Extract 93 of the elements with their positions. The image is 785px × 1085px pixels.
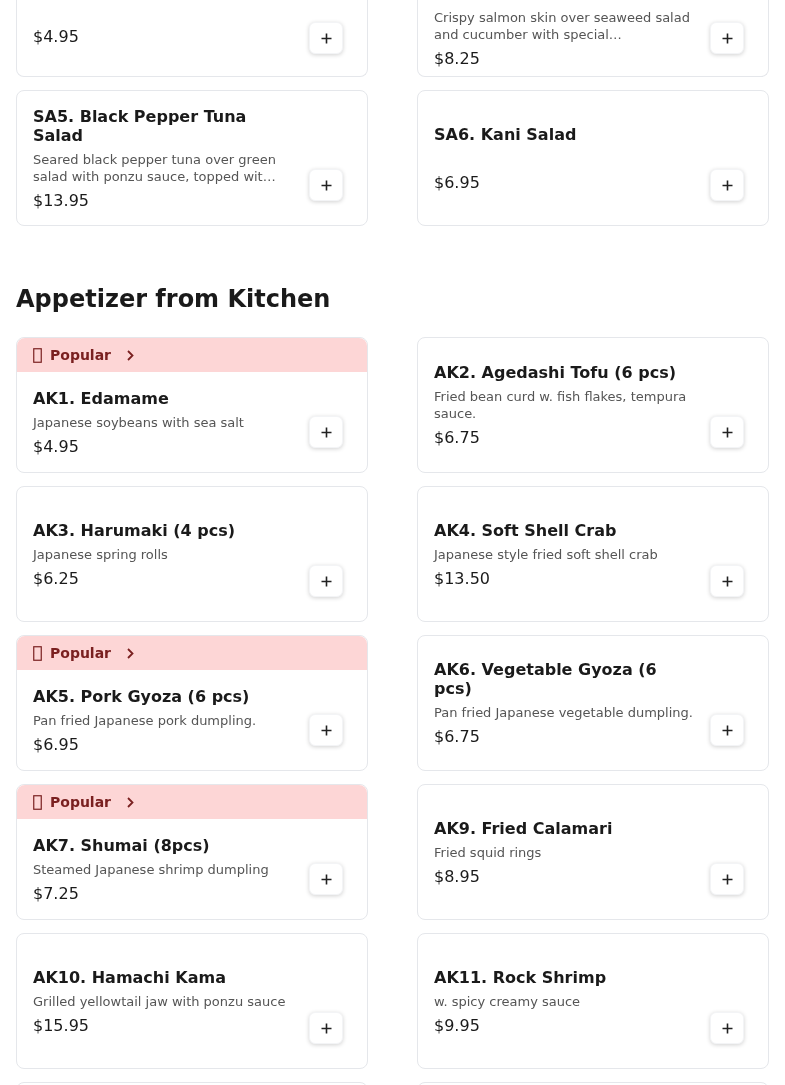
item-title: AK4. Soft Shell Crab <box>434 520 618 540</box>
menu-item-card[interactable]: AK3. Harumaki (4 pcs) Japanese spring rolls $6.25 <box>16 486 368 622</box>
add-button[interactable] <box>710 863 744 895</box>
missing-glyph-icon <box>33 347 42 363</box>
plus-icon <box>721 32 733 44</box>
item-description: Steamed Japanese shrimp dumpling <box>33 860 270 878</box>
add-button[interactable] <box>710 714 744 746</box>
add-button[interactable] <box>710 22 744 54</box>
menu-item-card[interactable]: Crispy salmon skin over seaweed salad and cucumber with special… $8.25 <box>417 0 769 77</box>
plus-icon <box>320 179 332 191</box>
item-title: AK7. Shumai (8pcs) <box>33 835 211 855</box>
add-button[interactable] <box>710 169 744 201</box>
item-description: Pan fried Japanese pork dumpling. <box>33 711 258 729</box>
item-price: $6.25 <box>33 568 80 588</box>
add-button[interactable] <box>309 416 343 448</box>
menu-item-card[interactable]: SA5. Black Pepper Tuna Salad Seared black pepper tuna over green salad with ponzu sauce, topped wit… $13.95 <box>16 90 368 226</box>
item-title: AK6. Vegetable Gyoza (6 pcs) <box>434 660 658 698</box>
item-title: AK9. Fried Calamari <box>434 818 614 838</box>
popular-banner[interactable]: Popular <box>17 636 367 670</box>
chevron-right-icon <box>127 796 135 808</box>
menu-item-card[interactable]: AK6. Vegetable Gyoza (6 pcs) Pan fried Japanese vegetable dumpling. $6.75 <box>417 635 769 771</box>
item-price: $8.95 <box>434 866 481 886</box>
popular-label: Popular <box>50 345 112 365</box>
item-description: Fried squid rings <box>434 843 543 861</box>
add-button[interactable] <box>710 1012 744 1044</box>
popular-label: Popular <box>50 643 112 663</box>
item-price: $13.95 <box>33 190 90 210</box>
plus-icon <box>320 32 332 44</box>
item-title: AK1. Edamame <box>33 388 170 408</box>
item-price: $6.75 <box>434 428 481 447</box>
menu-item-card[interactable]: $4.95 <box>16 0 368 77</box>
plus-icon <box>721 575 733 587</box>
add-button[interactable] <box>309 565 343 597</box>
item-title: SA6. Kani Salad <box>434 124 578 144</box>
item-title: SA5. Black Pepper Tuna Salad <box>33 106 248 145</box>
item-description: Seared black pepper tuna over green salad with ponzu sauce, topped wit… <box>33 150 277 185</box>
add-button[interactable] <box>309 169 343 201</box>
item-description: Japanese soybeans with sea salt <box>33 413 245 431</box>
item-description: Crispy salmon skin over seaweed salad and cucumber with special… <box>434 8 691 43</box>
section-heading: Appetizer from Kitchen <box>16 284 332 314</box>
item-description: w. spicy creamy sauce <box>434 992 582 1010</box>
menu-item-card[interactable]: SA6. Kani Salad $6.95 <box>417 90 769 226</box>
plus-icon <box>721 1022 733 1034</box>
missing-glyph-icon <box>33 794 42 810</box>
plus-icon <box>320 1022 332 1034</box>
item-title: AK3. Harumaki (4 pcs) <box>33 520 236 540</box>
chevron-right-icon <box>127 647 135 659</box>
menu-item-card[interactable]: Popular AK5. Pork Gyoza (6 pcs) Pan fried Japanese pork dumpling. $6.95 <box>16 635 368 771</box>
item-description: Japanese style fried soft shell crab <box>434 545 659 563</box>
menu-item-card[interactable]: AK2. Agedashi Tofu (6 pcs) Fried bean curd w. fish flakes, tempura sauce. $6.75 <box>417 337 769 473</box>
item-title: AK5. Pork Gyoza (6 pcs) <box>33 686 251 706</box>
menu-item-card[interactable]: Popular AK7. Shumai (8pcs) Steamed Japanese shrimp dumpling $7.25 <box>16 784 368 920</box>
item-title: AK11. Rock Shrimp <box>434 967 608 987</box>
item-description: Pan fried Japanese vegetable dumpling. <box>434 704 694 721</box>
menu-item-card[interactable]: AK10. Hamachi Kama Grilled yellowtail jaw with ponzu sauce $15.95 <box>16 933 368 1069</box>
chevron-right-icon <box>127 349 135 361</box>
menu-item-card[interactable]: AK11. Rock Shrimp w. spicy creamy sauce $9.95 <box>417 933 769 1069</box>
add-button[interactable] <box>309 22 343 54</box>
menu-item-card[interactable]: Popular AK1. Edamame Japanese soybeans with sea salt $4.95 <box>16 337 368 473</box>
plus-icon <box>721 724 733 736</box>
plus-icon <box>320 873 332 885</box>
item-description: Japanese spring rolls <box>33 545 169 563</box>
missing-glyph-icon <box>33 645 42 661</box>
menu-item-card[interactable]: AK9. Fried Calamari Fried squid rings $8.95 <box>417 784 769 920</box>
item-title: AK2. Agedashi Tofu (6 pcs) <box>434 363 677 382</box>
menu-item-card[interactable]: AK4. Soft Shell Crab Japanese style fried soft shell crab $13.50 <box>417 486 769 622</box>
item-price: $6.95 <box>434 172 481 192</box>
plus-icon <box>320 575 332 587</box>
item-price: $8.25 <box>434 48 481 68</box>
add-button[interactable] <box>309 1012 343 1044</box>
item-price: $4.95 <box>33 26 80 46</box>
item-price: $6.75 <box>434 727 481 746</box>
popular-label: Popular <box>50 792 112 812</box>
add-button[interactable] <box>309 863 343 895</box>
plus-icon <box>320 724 332 736</box>
item-price: $4.95 <box>33 436 80 456</box>
plus-icon <box>320 426 332 438</box>
item-title: AK10. Hamachi Kama <box>33 967 227 987</box>
add-button[interactable] <box>710 416 744 448</box>
item-description: Fried bean curd w. fish flakes, tempura sauce. <box>434 388 688 422</box>
popular-banner[interactable]: Popular <box>17 338 367 372</box>
item-price: $9.95 <box>434 1015 481 1035</box>
item-price: $13.50 <box>434 568 491 588</box>
plus-icon <box>721 179 733 191</box>
item-description: Grilled yellowtail jaw with ponzu sauce <box>33 992 287 1010</box>
plus-icon <box>721 426 733 438</box>
item-price: $6.95 <box>33 734 80 754</box>
item-price: $15.95 <box>33 1015 90 1035</box>
item-price: $7.25 <box>33 883 80 903</box>
add-button[interactable] <box>309 714 343 746</box>
popular-banner[interactable]: Popular <box>17 785 367 819</box>
plus-icon <box>721 873 733 885</box>
add-button[interactable] <box>710 565 744 597</box>
